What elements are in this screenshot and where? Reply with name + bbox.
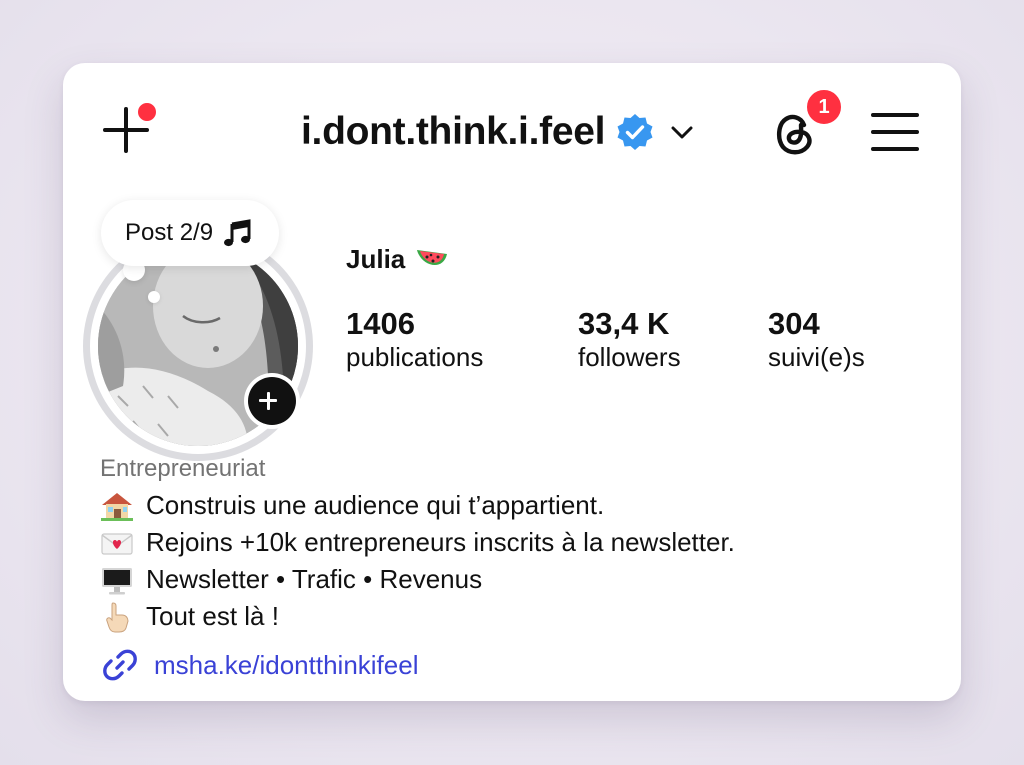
stat-publications[interactable]: 1406 publications bbox=[346, 306, 484, 375]
add-story-button[interactable] bbox=[244, 373, 300, 429]
threads-button[interactable]: 1 bbox=[768, 87, 844, 159]
profile-category: Entrepreneuriat bbox=[100, 455, 266, 482]
stat-label: followers bbox=[578, 342, 681, 373]
note-tail bbox=[148, 291, 160, 303]
bio-line: Tout est là ! bbox=[100, 598, 735, 635]
new-indicator-dot bbox=[136, 101, 158, 123]
note-bubble[interactable]: Post 2/9 bbox=[101, 200, 280, 266]
stat-label: publications bbox=[346, 342, 484, 373]
account-switcher[interactable]: i.dont.think.i.feel bbox=[301, 107, 695, 157]
menu-button[interactable] bbox=[871, 111, 919, 153]
link-icon bbox=[103, 649, 137, 681]
watermelon-icon bbox=[417, 249, 448, 265]
bio-line: Rejoins +10k entrepreneurs inscrits à la… bbox=[100, 524, 735, 561]
stat-value: 1406 bbox=[346, 306, 415, 341]
stat-value: 33,4 K bbox=[578, 306, 670, 341]
verified-badge-icon bbox=[617, 114, 653, 150]
display-name: Julia bbox=[346, 244, 449, 275]
profile-card: i.dont.think.i.feel 1 Post 2/9 Julia 140… bbox=[63, 63, 961, 701]
bio: Construis une audience qui t’appartient.… bbox=[100, 487, 735, 635]
stat-value: 304 bbox=[768, 306, 820, 341]
music-note-icon bbox=[224, 219, 251, 247]
bio-line: Newsletter • Trafic • Revenus bbox=[100, 561, 735, 598]
stat-label: suivi(e)s bbox=[768, 342, 865, 373]
website-link[interactable]: msha.ke/idontthinkifeel bbox=[100, 645, 418, 685]
create-button[interactable] bbox=[101, 101, 158, 155]
love-letter-icon bbox=[101, 532, 133, 555]
chevron-down-icon bbox=[671, 126, 693, 139]
desktop-computer-icon bbox=[102, 567, 132, 594]
house-icon bbox=[101, 492, 133, 521]
note-text: Post 2/9 bbox=[125, 219, 214, 246]
hamburger-menu-icon bbox=[871, 113, 919, 117]
link-text: msha.ke/idontthinkifeel bbox=[154, 649, 419, 680]
stat-following[interactable]: 304 suivi(e)s bbox=[768, 306, 865, 375]
stat-followers[interactable]: 33,4 K followers bbox=[578, 306, 681, 375]
bio-line: Construis une audience qui t’appartient. bbox=[100, 487, 735, 524]
username: i.dont.think.i.feel bbox=[301, 110, 606, 153]
notification-badge: 1 bbox=[804, 87, 844, 127]
pointing-down-icon bbox=[106, 601, 129, 632]
